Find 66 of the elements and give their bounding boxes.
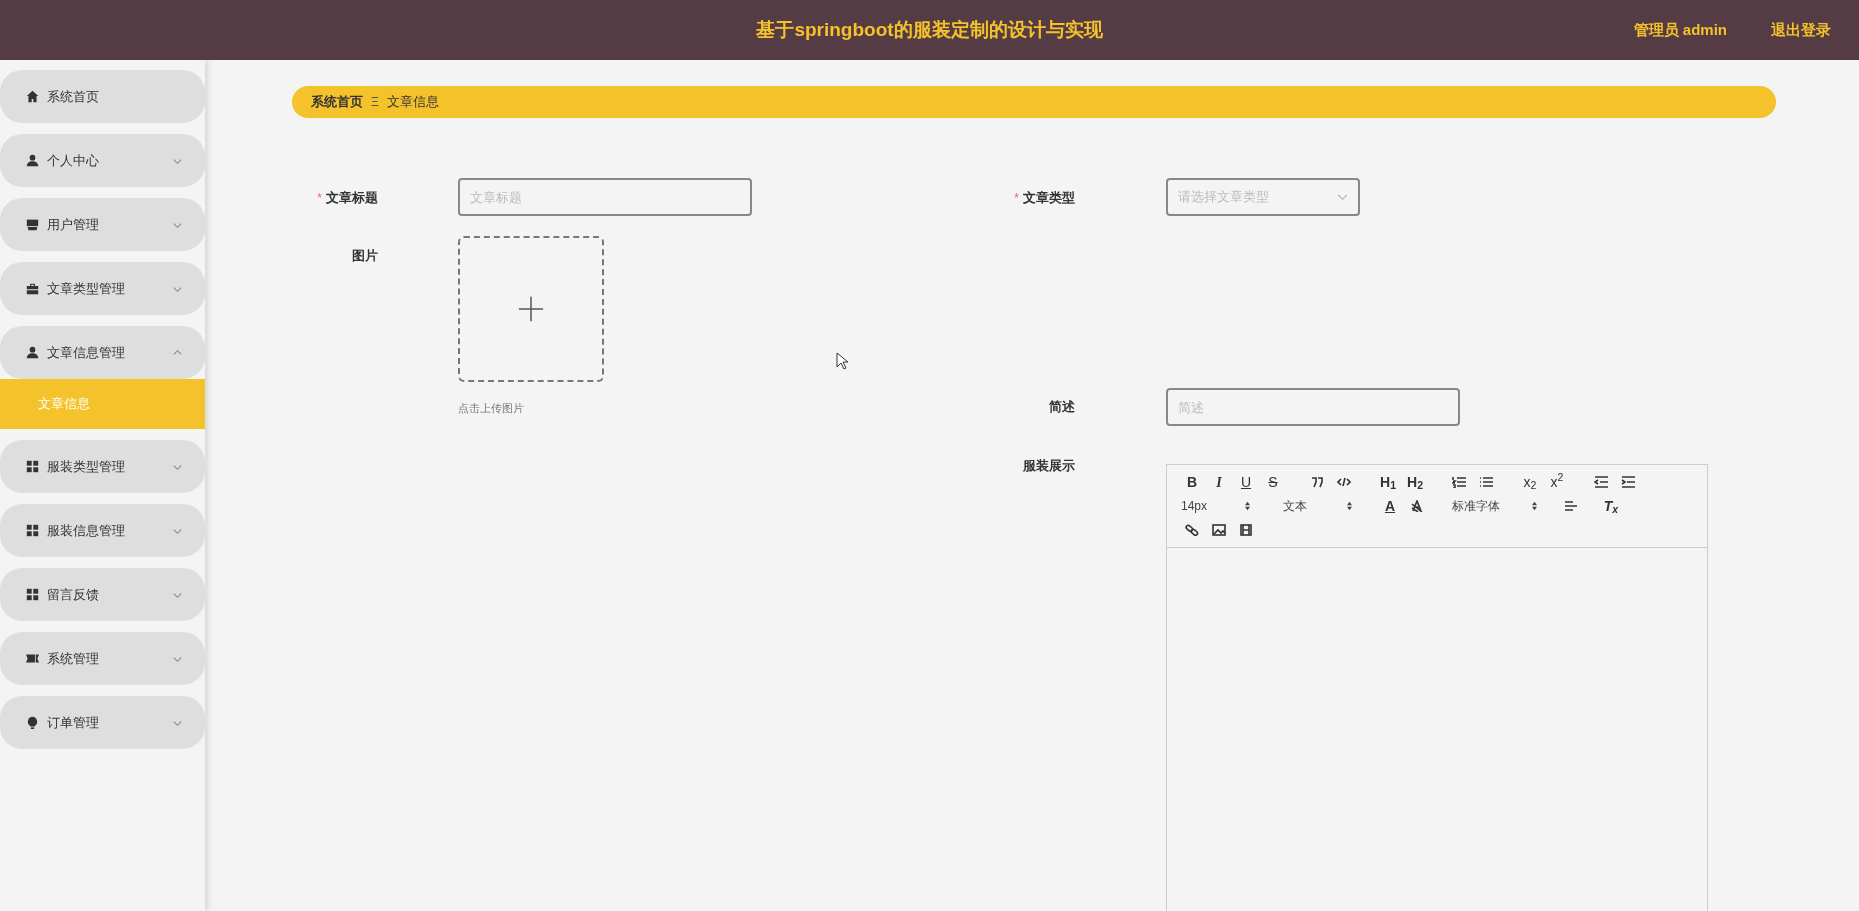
field-label: 服装展示 bbox=[1023, 457, 1075, 475]
briefcase-icon bbox=[26, 282, 39, 295]
sidebar-item[interactable]: 服装类型管理 bbox=[0, 440, 205, 493]
toolbar-button[interactable]: T$_{x}$ bbox=[1600, 497, 1622, 515]
cursor-icon bbox=[836, 352, 848, 370]
sort-arrows-icon bbox=[1346, 501, 1353, 511]
sidebar-item[interactable]: 文章信息管理 bbox=[0, 326, 205, 379]
toolbar-button[interactable]: S bbox=[1262, 473, 1284, 491]
indent-icon[interactable] bbox=[1621, 476, 1635, 488]
sidebar-item[interactable]: 服装信息管理 bbox=[0, 504, 205, 557]
sort-arrows-icon bbox=[1244, 501, 1251, 511]
breadcrumb-link[interactable]: 系统首页 bbox=[311, 92, 363, 112]
field-label: 文章类型 bbox=[1023, 189, 1075, 207]
admin-label: 管理员 admin bbox=[1633, 19, 1727, 40]
numbered-list-icon[interactable] bbox=[1452, 476, 1466, 488]
upload-hint: 点击上传图片 bbox=[458, 401, 524, 416]
sidebar-item[interactable]: 留言反馈 bbox=[0, 568, 205, 621]
toolbar-button[interactable]: A bbox=[1379, 497, 1401, 515]
logout-link[interactable]: 退出登录 bbox=[1771, 18, 1831, 42]
toolbar-button[interactable]: H$_{2}$ bbox=[1404, 473, 1426, 491]
lightbulb-icon bbox=[26, 716, 39, 729]
link-icon[interactable] bbox=[1185, 524, 1199, 536]
image-icon[interactable] bbox=[1212, 524, 1226, 536]
dropdown-picker[interactable]: 标准字体 bbox=[1452, 497, 1538, 515]
home-icon bbox=[26, 90, 39, 103]
grid-icon bbox=[26, 588, 39, 601]
quote-icon[interactable] bbox=[1310, 476, 1324, 488]
breadcrumb-link[interactable]: 文章信息 bbox=[386, 92, 439, 112]
sidebar-item[interactable]: 系统管理 bbox=[0, 632, 205, 685]
toolbar-button[interactable]: x$_{2}$ bbox=[1519, 473, 1541, 491]
dropdown-picker[interactable]: 14px bbox=[1181, 497, 1251, 515]
user-icon bbox=[26, 346, 39, 359]
toolbar-button[interactable]: B bbox=[1181, 473, 1203, 491]
required-mark: * bbox=[1013, 189, 1019, 207]
align-left-icon[interactable] bbox=[1564, 500, 1578, 512]
ticket-icon bbox=[26, 652, 39, 665]
outdent-icon[interactable] bbox=[1594, 476, 1608, 488]
code-icon[interactable] bbox=[1337, 476, 1351, 488]
sidebar-item[interactable]: 个人中心 bbox=[0, 134, 205, 187]
sidebar-item[interactable]: 文章类型管理 bbox=[0, 262, 205, 315]
upload-box[interactable] bbox=[458, 236, 604, 382]
chevron-up-icon bbox=[172, 347, 183, 358]
required-mark: * bbox=[316, 189, 322, 207]
sidebar-item[interactable]: 订单管理 bbox=[0, 696, 205, 749]
dropdown-picker[interactable]: 文本 bbox=[1283, 497, 1353, 515]
highlight-icon[interactable] bbox=[1410, 500, 1424, 512]
field-label: 图片 bbox=[352, 247, 378, 265]
video-icon[interactable] bbox=[1239, 524, 1253, 536]
chevron-down-icon bbox=[1337, 193, 1348, 201]
sidebar-item[interactable]: 用户管理 bbox=[0, 198, 205, 251]
toolbar-button[interactable]: H$_{1}$ bbox=[1377, 473, 1399, 491]
toolbar-button[interactable]: U bbox=[1235, 473, 1257, 491]
breadcrumb-separator: Ξ bbox=[371, 94, 379, 111]
field-label: 简述 bbox=[1049, 398, 1075, 416]
plus-icon bbox=[517, 295, 545, 323]
field-label: 文章标题 bbox=[326, 189, 378, 207]
grid-icon bbox=[26, 460, 39, 473]
toolbar-button[interactable]: x$^{2}$ bbox=[1546, 473, 1568, 491]
user-icon bbox=[26, 154, 39, 167]
sort-arrows-icon bbox=[1531, 501, 1538, 511]
grid-icon bbox=[26, 524, 39, 537]
toolbar-button[interactable]: I bbox=[1208, 473, 1230, 491]
sidebar-item[interactable]: 系统首页 bbox=[0, 70, 205, 123]
bullet-list-icon[interactable] bbox=[1479, 476, 1493, 488]
tray-icon bbox=[26, 218, 39, 231]
app-title: 基于springboot的服装定制的设计与实现 bbox=[756, 17, 1103, 42]
